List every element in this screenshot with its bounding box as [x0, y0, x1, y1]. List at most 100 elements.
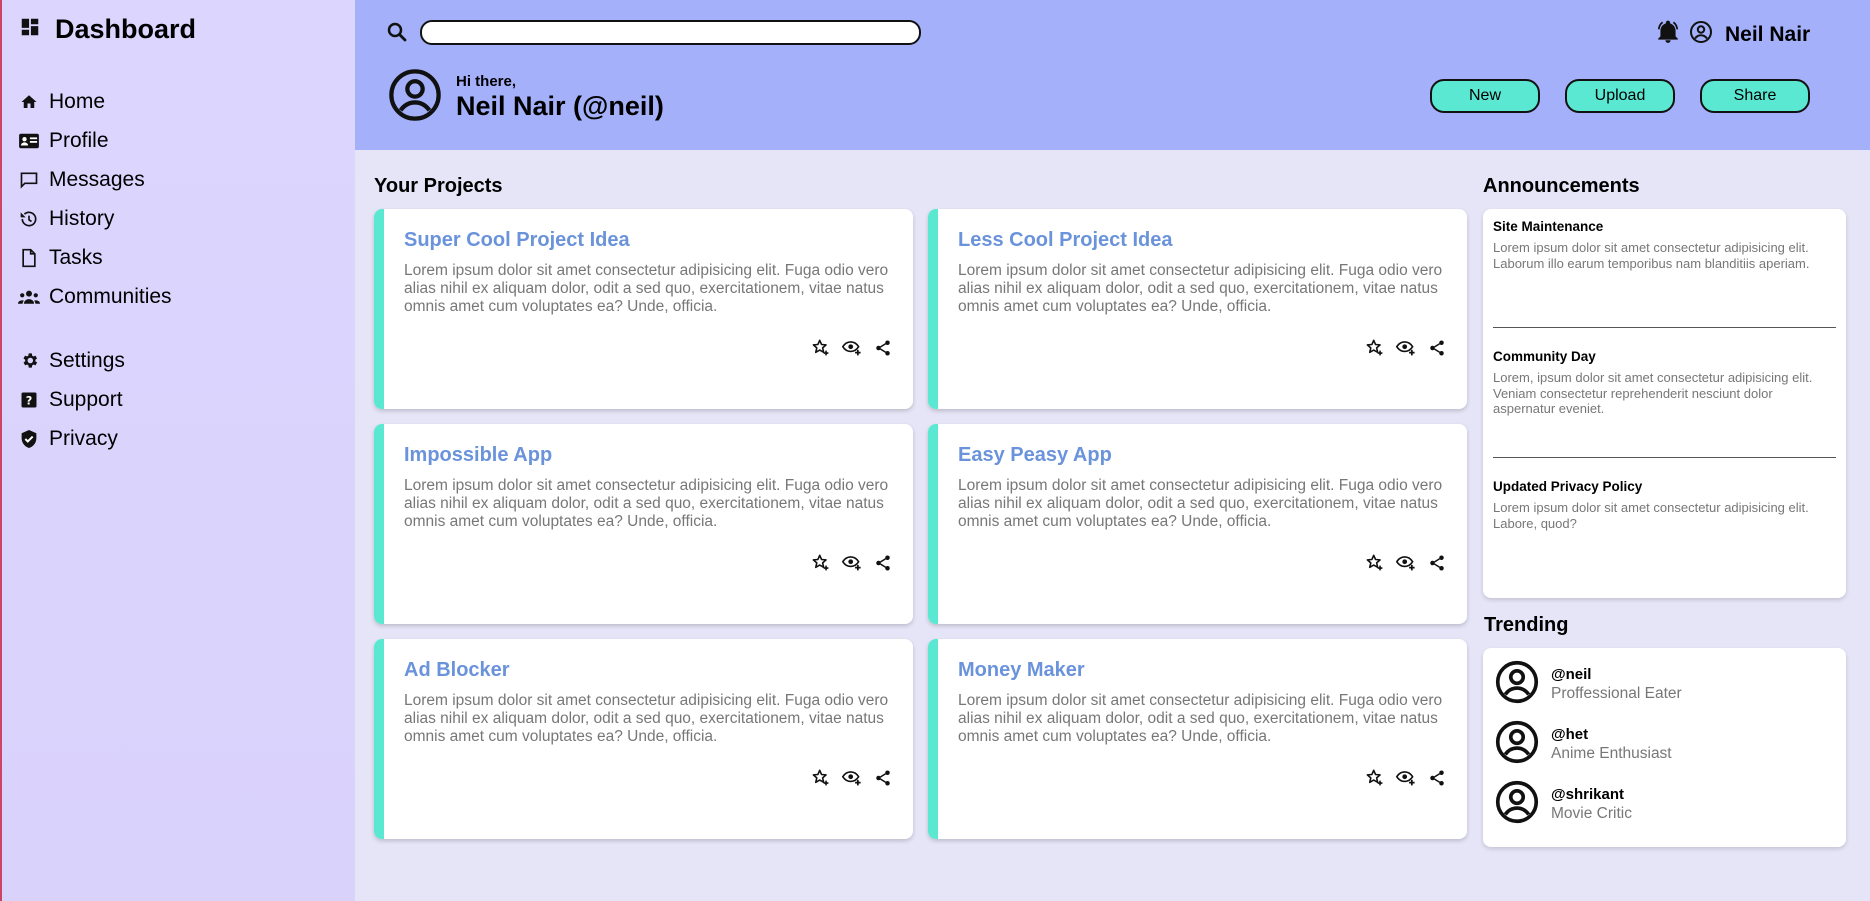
- project-card[interactable]: Ad Blocker Lorem ipsum dolor sit amet co…: [374, 639, 913, 839]
- new-button[interactable]: New: [1430, 79, 1540, 113]
- user-avatar-icon[interactable]: [1689, 20, 1713, 49]
- project-card[interactable]: Super Cool Project Idea Lorem ipsum dolo…: [374, 209, 913, 409]
- project-description: Lorem ipsum dolor sit amet consectetur a…: [958, 477, 1443, 530]
- history-icon: [18, 208, 40, 230]
- trending-user[interactable]: @het Anime Enthusiast: [1495, 720, 1672, 769]
- upload-button[interactable]: Upload: [1565, 79, 1675, 113]
- project-title[interactable]: Super Cool Project Idea: [404, 229, 630, 252]
- star-add-icon[interactable]: [1364, 552, 1385, 573]
- header-username[interactable]: Neil Nair: [1725, 23, 1810, 47]
- share-icon[interactable]: [872, 767, 893, 788]
- share-icon[interactable]: [1426, 767, 1447, 788]
- greeting: Hi there, Neil Nair (@neil): [388, 68, 664, 127]
- sidebar-item-label: Home: [49, 89, 106, 113]
- project-card[interactable]: Easy Peasy App Lorem ipsum dolor sit ame…: [928, 424, 1467, 624]
- home-icon: [18, 91, 40, 113]
- star-add-icon[interactable]: [810, 767, 831, 788]
- watch-add-icon[interactable]: [1395, 552, 1416, 573]
- watch-add-icon[interactable]: [1395, 337, 1416, 358]
- id-card-icon: [18, 130, 40, 152]
- sidebar-item-label: Tasks: [49, 245, 103, 269]
- announcement-item[interactable]: Updated Privacy Policy Lorem ipsum dolor…: [1493, 479, 1838, 531]
- sidebar-item-messages[interactable]: Messages: [18, 160, 172, 199]
- greeting-text: Hi there, Neil Nair (@neil): [456, 73, 664, 122]
- trending-user[interactable]: @neil Proffessional Eater: [1495, 660, 1682, 709]
- sidebar-item-label: History: [49, 206, 115, 230]
- sidebar-divider: [18, 316, 172, 341]
- project-actions: [810, 337, 893, 358]
- trending-role: Anime Enthusiast: [1551, 745, 1672, 762]
- sidebar: Dashboard Home Profile Messages History …: [0, 0, 355, 901]
- trending-role: Proffessional Eater: [1551, 685, 1682, 702]
- project-card[interactable]: Impossible App Lorem ipsum dolor sit ame…: [374, 424, 913, 624]
- trending-user-text: @het Anime Enthusiast: [1551, 726, 1672, 763]
- brand-title: Dashboard: [55, 14, 197, 44]
- sidebar-item-tasks[interactable]: Tasks: [18, 238, 172, 277]
- share-button[interactable]: Share: [1700, 79, 1810, 113]
- project-actions: [810, 552, 893, 573]
- search-icon[interactable]: [385, 20, 409, 49]
- trending-handle: @het: [1551, 726, 1589, 743]
- star-add-icon[interactable]: [1364, 337, 1385, 358]
- project-actions: [810, 767, 893, 788]
- gear-icon: [18, 350, 40, 372]
- sidebar-item-communities[interactable]: Communities: [18, 277, 172, 316]
- sidebar-item-home[interactable]: Home: [18, 82, 172, 121]
- greeting-avatar-icon: [388, 68, 442, 127]
- trending-handle: @neil: [1551, 666, 1592, 683]
- project-card[interactable]: Less Cool Project Idea Lorem ipsum dolor…: [928, 209, 1467, 409]
- brand[interactable]: Dashboard: [19, 14, 196, 45]
- share-icon[interactable]: [872, 337, 893, 358]
- announcements-panel: Site Maintenance Lorem ipsum dolor sit a…: [1483, 209, 1846, 598]
- watch-add-icon[interactable]: [1395, 767, 1416, 788]
- share-icon[interactable]: [1426, 552, 1447, 573]
- share-icon[interactable]: [1426, 337, 1447, 358]
- watch-add-icon[interactable]: [841, 552, 862, 573]
- sidebar-item-label: Support: [49, 387, 123, 411]
- project-title[interactable]: Ad Blocker: [404, 659, 510, 682]
- project-card[interactable]: Money Maker Lorem ipsum dolor sit amet c…: [928, 639, 1467, 839]
- sidebar-item-settings[interactable]: Settings: [18, 341, 172, 380]
- sidebar-item-history[interactable]: History: [18, 199, 172, 238]
- projects-title: Your Projects: [374, 175, 503, 197]
- star-add-icon[interactable]: [810, 337, 831, 358]
- sidebar-item-label: Messages: [49, 167, 145, 191]
- project-title[interactable]: Impossible App: [404, 444, 552, 467]
- greeting-name: Neil Nair (@neil): [456, 91, 664, 121]
- announcement-divider: [1493, 327, 1836, 328]
- project-title[interactable]: Less Cool Project Idea: [958, 229, 1173, 252]
- project-description: Lorem ipsum dolor sit amet consectetur a…: [958, 262, 1443, 315]
- header-actions: New Upload Share: [1430, 79, 1810, 113]
- user-avatar-icon: [1495, 660, 1539, 709]
- trending-title: Trending: [1484, 614, 1569, 636]
- sidebar-item-profile[interactable]: Profile: [18, 121, 172, 160]
- shield-icon: [18, 428, 40, 450]
- message-icon: [18, 169, 40, 191]
- project-title[interactable]: Easy Peasy App: [958, 444, 1112, 467]
- user-avatar-icon: [1495, 720, 1539, 769]
- watch-add-icon[interactable]: [841, 337, 862, 358]
- bell-icon[interactable]: [1655, 19, 1681, 50]
- trending-user[interactable]: @shrikant Movie Critic: [1495, 780, 1632, 829]
- sidebar-item-privacy[interactable]: Privacy: [18, 419, 172, 458]
- sidebar-item-label: Privacy: [49, 426, 118, 450]
- svg-text:?: ?: [26, 394, 33, 407]
- announcement-divider: [1493, 457, 1836, 458]
- search-input[interactable]: [420, 20, 921, 45]
- watch-add-icon[interactable]: [841, 767, 862, 788]
- share-icon[interactable]: [872, 552, 893, 573]
- announcement-item[interactable]: Community Day Lorem, ipsum dolor sit ame…: [1493, 349, 1838, 417]
- sidebar-item-support[interactable]: ? Support: [18, 380, 172, 419]
- trending-handle: @shrikant: [1551, 786, 1624, 803]
- star-add-icon[interactable]: [1364, 767, 1385, 788]
- announcements-title: Announcements: [1483, 175, 1640, 197]
- project-title[interactable]: Money Maker: [958, 659, 1085, 682]
- announcement-title: Community Day: [1493, 349, 1596, 364]
- star-add-icon[interactable]: [810, 552, 831, 573]
- project-actions: [1364, 552, 1447, 573]
- project-actions: [1364, 337, 1447, 358]
- project-actions: [1364, 767, 1447, 788]
- trending-user-text: @shrikant Movie Critic: [1551, 786, 1632, 823]
- dashboard-icon: [19, 16, 41, 43]
- announcement-item[interactable]: Site Maintenance Lorem ipsum dolor sit a…: [1493, 219, 1838, 271]
